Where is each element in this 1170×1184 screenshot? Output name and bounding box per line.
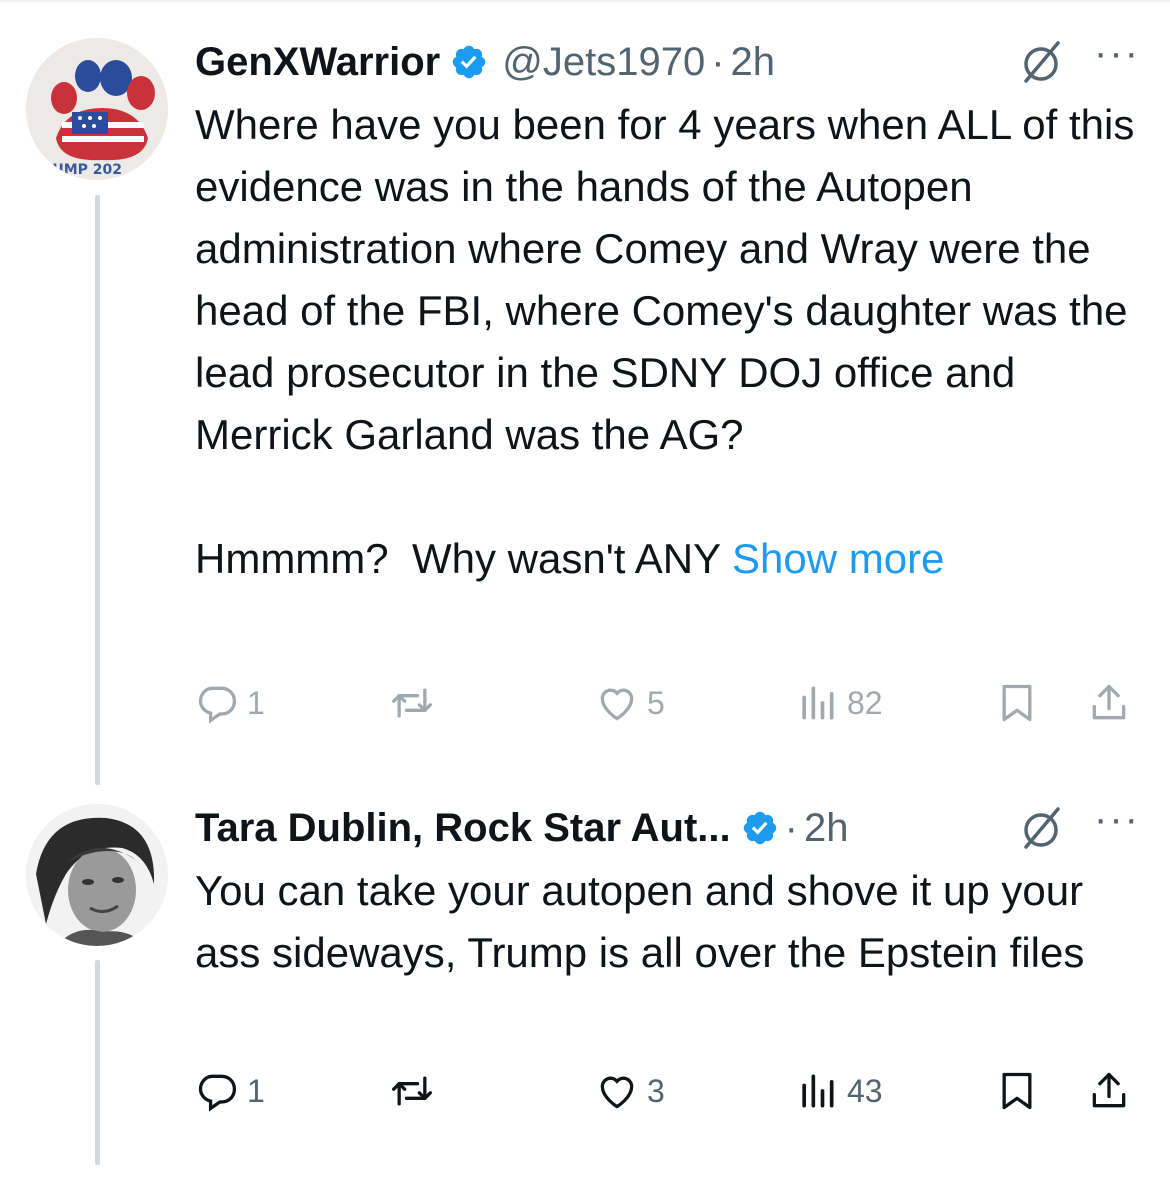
view-count: 82	[847, 684, 883, 721]
tweet-text-content: Where have you been for 4 years when ALL…	[195, 101, 1135, 582]
view-count: 43	[847, 1072, 883, 1109]
bookmark-icon	[1002, 684, 1032, 722]
repost-icon	[392, 1076, 432, 1106]
reply-button[interactable]: 1	[195, 1066, 265, 1116]
display-name[interactable]: Tara Dublin, Rock Star Aut...	[195, 806, 731, 851]
verified-badge-icon	[743, 811, 776, 845]
repost-button[interactable]	[390, 1066, 442, 1116]
more-icon[interactable]: ···	[1094, 33, 1140, 73]
like-button[interactable]: 3	[595, 1066, 665, 1116]
show-more-link[interactable]: Show more	[732, 535, 944, 582]
display-name[interactable]: GenXWarrior	[195, 40, 440, 85]
bookmark-icon	[1002, 1072, 1032, 1110]
share-icon	[1092, 684, 1126, 720]
views-icon	[802, 1074, 834, 1108]
more-icon[interactable]: ···	[1094, 799, 1140, 839]
separator-dot: ·	[784, 805, 798, 850]
tweet-text: You can take your autopen and shove it u…	[195, 867, 1095, 976]
handle[interactable]: @Jets1970	[502, 40, 705, 85]
reply-count: 1	[247, 1072, 265, 1109]
action-bar: 1 3 43	[195, 1066, 1140, 1116]
like-count: 5	[647, 684, 665, 721]
reply-count: 1	[247, 684, 265, 721]
tweet-text: Where have you been for 4 years when ALL…	[195, 94, 1145, 590]
repost-button[interactable]	[390, 678, 442, 728]
reply-icon	[198, 1074, 237, 1112]
avatar-image	[26, 804, 168, 946]
grok-icon[interactable]	[1016, 803, 1066, 853]
tweet-header: Tara Dublin, Rock Star Aut... · 2h ···	[195, 799, 1140, 856]
verified-badge-icon	[453, 45, 486, 79]
bookmark-button[interactable]	[995, 1066, 1039, 1116]
share-icon	[1092, 1072, 1126, 1108]
avatar[interactable]: TRUMP 202	[26, 38, 168, 180]
action-bar: 1 5 82	[195, 678, 1140, 728]
repost-icon	[392, 688, 432, 718]
like-icon	[600, 1076, 634, 1109]
grok-icon[interactable]	[1016, 37, 1066, 87]
tweet-genxwarrior[interactable]: TRUMP 202 GenXWarrior @Jets1970 · 2h ···…	[0, 0, 1170, 790]
avatar[interactable]	[26, 804, 168, 946]
like-icon	[600, 688, 634, 721]
timestamp[interactable]: 2h	[804, 806, 849, 851]
thread-line	[95, 960, 100, 1165]
views-icon	[802, 686, 834, 720]
views-button[interactable]: 43	[795, 1066, 883, 1116]
timestamp[interactable]: 2h	[731, 40, 776, 85]
bookmark-button[interactable]	[995, 678, 1039, 728]
tweet-tara-dublin[interactable]: Tara Dublin, Rock Star Aut... · 2h ··· Y…	[0, 790, 1170, 1184]
like-button[interactable]: 5	[595, 678, 665, 728]
svg-text:TRUMP 202: TRUMP 202	[32, 162, 122, 178]
tweet-header: GenXWarrior @Jets1970 · 2h ···	[195, 33, 1140, 90]
share-button[interactable]	[1087, 678, 1131, 728]
thread-line	[95, 195, 100, 785]
separator-dot: ·	[711, 39, 725, 84]
views-button[interactable]: 82	[795, 678, 883, 728]
share-button[interactable]	[1087, 1066, 1131, 1116]
like-count: 3	[647, 1072, 665, 1109]
avatar-image: TRUMP 202	[26, 38, 168, 180]
reply-button[interactable]: 1	[195, 678, 265, 728]
reply-icon	[198, 686, 237, 724]
